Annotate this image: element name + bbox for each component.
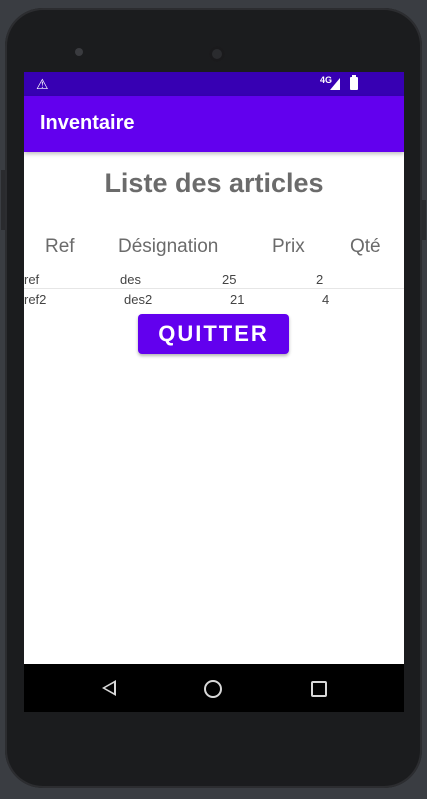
row-1-prix: 25 <box>222 272 237 287</box>
header-prix: Prix <box>272 236 305 257</box>
row-1-qte: 2 <box>316 272 324 287</box>
volume-button <box>1 170 5 230</box>
sensor-dot <box>75 48 83 56</box>
app-bar: Inventaire <box>24 96 404 152</box>
navigation-bar <box>24 664 404 712</box>
home-icon[interactable] <box>204 680 222 698</box>
row-1-ref: ref <box>24 272 40 287</box>
warning-icon: ⚠ <box>36 76 49 92</box>
row-2-qte: 4 <box>322 292 330 307</box>
row-1-designation: des <box>120 272 141 287</box>
front-camera <box>209 46 225 62</box>
header-qte: Qté <box>350 236 381 257</box>
signal-icon <box>330 78 340 90</box>
quit-button[interactable]: QUITTER <box>138 314 289 354</box>
power-button <box>422 200 426 240</box>
status-bar: ⚠ 4G <box>24 72 404 96</box>
recents-icon[interactable] <box>311 681 327 697</box>
screen: ⚠ 4G Inventaire Liste des articles Ref D… <box>24 72 404 712</box>
row-2-prix: 21 <box>230 292 245 307</box>
app-title: Inventaire <box>40 112 135 134</box>
row-2-designation: des2 <box>124 292 153 307</box>
header-ref: Ref <box>45 236 75 257</box>
row-divider <box>24 288 404 289</box>
header-designation: Désignation <box>118 236 219 257</box>
row-2-ref: ref2 <box>24 292 47 307</box>
back-icon[interactable] <box>102 680 116 696</box>
battery-icon <box>350 75 358 90</box>
page-title: Liste des articles <box>104 168 324 198</box>
